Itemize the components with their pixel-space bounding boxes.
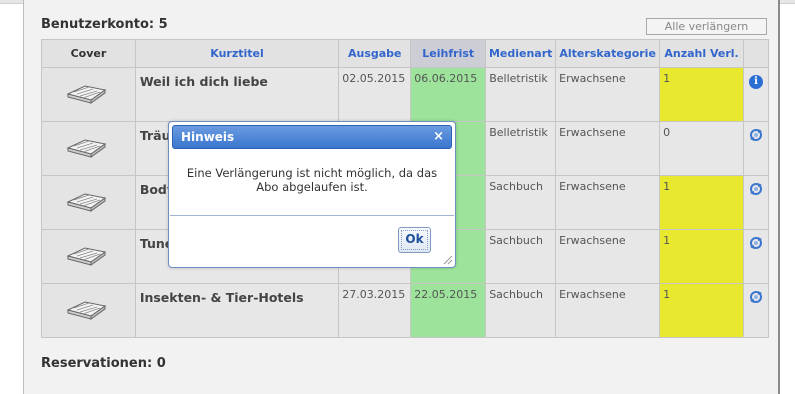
row-anzahl-verl: 1 [659, 67, 744, 122]
ok-button[interactable]: Ok [398, 227, 431, 253]
book-cover-icon [41, 283, 136, 338]
row-action[interactable] [742, 121, 770, 176]
row-action[interactable] [742, 229, 770, 284]
renew-icon[interactable] [749, 291, 763, 307]
dialog-title: Hinweis [181, 130, 235, 144]
col-action [742, 39, 770, 68]
info-icon[interactable]: i [748, 75, 763, 89]
table-header-row: Cover Kurztitel Ausgabe Leihfrist Medien… [41, 39, 770, 68]
row-alterskategorie: Erwachsene [555, 67, 661, 122]
row-anzahl-verl: 0 [659, 121, 744, 176]
account-title: Benutzerkonto: 5 [41, 17, 168, 32]
row-anzahl-verl: 1 [659, 175, 744, 230]
row-medienart: Belletristik [485, 121, 557, 176]
row-anzahl-verl: 1 [659, 283, 744, 338]
dialog-header[interactable]: Hinweis × [172, 125, 452, 149]
table-row: Insekten- & Tier-Hotels 27.03.2015 22.05.2… [41, 283, 770, 338]
renew-all-button[interactable]: Alle verlängern [646, 18, 767, 35]
row-medienart: Sachbuch [485, 175, 557, 230]
row-title: Insekten- & Tier-Hotels [134, 283, 340, 338]
col-ausgabe[interactable]: Ausgabe [338, 39, 412, 68]
notice-dialog: Hinweis × Eine Verlängerung ist nicht mö… [168, 121, 456, 268]
col-cover: Cover [41, 39, 136, 68]
reservations-title: Reservationen: 0 [41, 356, 166, 371]
resize-grip-icon[interactable] [443, 255, 453, 265]
row-anzahl-verl: 1 [659, 229, 744, 284]
row-alterskategorie: Erwachsene [555, 175, 661, 230]
book-cover-icon [41, 229, 136, 284]
close-icon[interactable]: × [433, 129, 444, 144]
row-ausgabe: 27.03.2015 [338, 283, 412, 338]
row-alterskategorie: Erwachsene [555, 283, 661, 338]
col-leihfrist[interactable]: Leihfrist [410, 39, 487, 68]
row-ausgabe: 02.05.2015 [338, 67, 412, 122]
book-cover-icon [41, 175, 136, 230]
row-medienart: Belletristik [485, 67, 557, 122]
row-title: Weil ich dich liebe [134, 67, 340, 122]
row-medienart: Sachbuch [485, 229, 557, 284]
renew-icon[interactable] [749, 129, 763, 145]
row-leihfrist: 06.06.2015 [410, 67, 487, 122]
row-action[interactable] [742, 175, 770, 230]
book-cover-icon [41, 121, 136, 176]
dialog-divider [170, 215, 454, 216]
row-alterskategorie: Erwachsene [555, 121, 661, 176]
row-action[interactable] [742, 283, 770, 338]
col-medienart[interactable]: Medienart [485, 39, 557, 68]
renew-icon[interactable] [749, 237, 763, 253]
row-action[interactable]: i [742, 67, 770, 122]
book-cover-icon [41, 67, 136, 122]
col-anzahl-verl[interactable]: Anzahl Verl. [659, 39, 744, 68]
row-medienart: Sachbuch [485, 283, 557, 338]
dialog-message: Eine Verlängerung ist nicht möglich, da … [186, 166, 438, 194]
row-alterskategorie: Erwachsene [555, 229, 661, 284]
table-row: Weil ich dich liebe 02.05.2015 06.06.2015 B… [41, 67, 770, 122]
renew-icon[interactable] [749, 183, 763, 199]
row-leihfrist: 22.05.2015 [410, 283, 487, 338]
col-alterskategorie[interactable]: Alterskategorie [555, 39, 661, 68]
col-kurztitel[interactable]: Kurztitel [134, 39, 340, 68]
